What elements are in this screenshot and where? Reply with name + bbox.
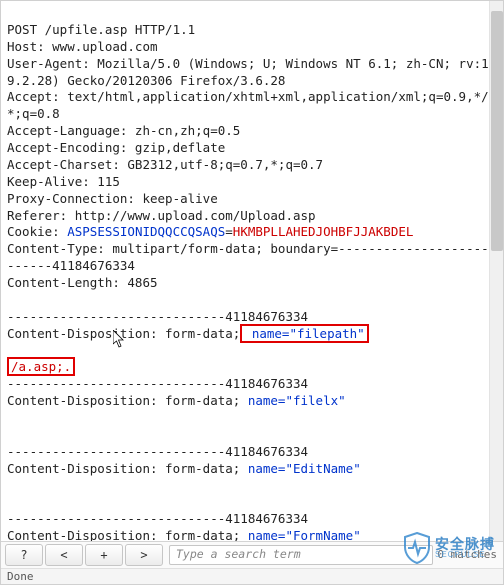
highlight-payload: /a.asp;.	[7, 357, 75, 376]
request-line: POST /upfile.asp HTTP/1.1	[7, 22, 195, 37]
editname-value: EditName	[293, 461, 353, 476]
header-accept-charset: Accept-Charset: GB2312,utf-8;q=0.7,*;q=0…	[7, 157, 323, 172]
scrollbar-vertical[interactable]	[489, 1, 503, 553]
filelx-value: filelx	[293, 393, 338, 408]
boundary-4: -----------------------------41184676334	[7, 511, 308, 526]
header-keep-alive: Keep-Alive: 115	[7, 174, 120, 189]
status-text: Done	[7, 570, 34, 583]
header-referer: Referer: http://www.upload.com/Upload.as…	[7, 208, 316, 223]
match-count-label: 0 matches	[437, 548, 497, 563]
prev-match-button[interactable]: <	[45, 544, 83, 566]
cookie-name: ASPSESSIONIDQQCCQSAQS	[67, 224, 225, 239]
cookie-value: HKMBPLLAHEDJOHBFJJAKBDEL	[233, 224, 414, 239]
window-frame: POST /upfile.asp HTTP/1.1 Host: www.uplo…	[0, 0, 504, 585]
next-match-button[interactable]: >	[125, 544, 163, 566]
boundary-1: -----------------------------41184676334	[7, 309, 308, 324]
header-proxy-connection: Proxy-Connection: keep-alive	[7, 191, 218, 206]
header-content-length: Content-Length: 4865	[7, 275, 158, 290]
boundary-3: -----------------------------41184676334	[7, 444, 308, 459]
search-input[interactable]: Type a search term	[169, 545, 433, 565]
scrollbar-thumb[interactable]	[491, 11, 503, 251]
cd-editname-prefix: Content-Disposition: form-data;	[7, 461, 248, 476]
header-accept: Accept: text/html,application/xhtml+xml,…	[7, 89, 489, 121]
name-kw-1: name="	[248, 393, 293, 408]
cd-filepath-prefix: Content-Disposition: form-data;	[7, 326, 240, 341]
search-toolbar: ? < + > Type a search term 0 matches	[1, 541, 503, 568]
header-accept-language: Accept-Language: zh-cn,zh;q=0.5	[7, 123, 240, 138]
header-user-agent: User-Agent: Mozilla/5.0 (Windows; U; Win…	[7, 56, 496, 88]
help-button[interactable]: ?	[5, 544, 43, 566]
cd-filelx-prefix: Content-Disposition: form-data;	[7, 393, 248, 408]
add-term-button[interactable]: +	[85, 544, 123, 566]
header-content-type: Content-Type: multipart/form-data; bound…	[7, 241, 496, 273]
header-host: Host: www.upload.com	[7, 39, 158, 54]
header-accept-encoding: Accept-Encoding: gzip,deflate	[7, 140, 225, 155]
http-raw-view: POST /upfile.asp HTTP/1.1 Host: www.uplo…	[1, 1, 503, 585]
boundary-2: -----------------------------41184676334	[7, 376, 308, 391]
header-cookie-label: Cookie:	[7, 224, 67, 239]
q1: "	[338, 393, 346, 408]
q2: "	[353, 461, 361, 476]
name-kw-2: name="	[248, 461, 293, 476]
status-bar: Done	[1, 568, 503, 584]
highlight-name-filepath: name="filepath"	[240, 324, 368, 343]
